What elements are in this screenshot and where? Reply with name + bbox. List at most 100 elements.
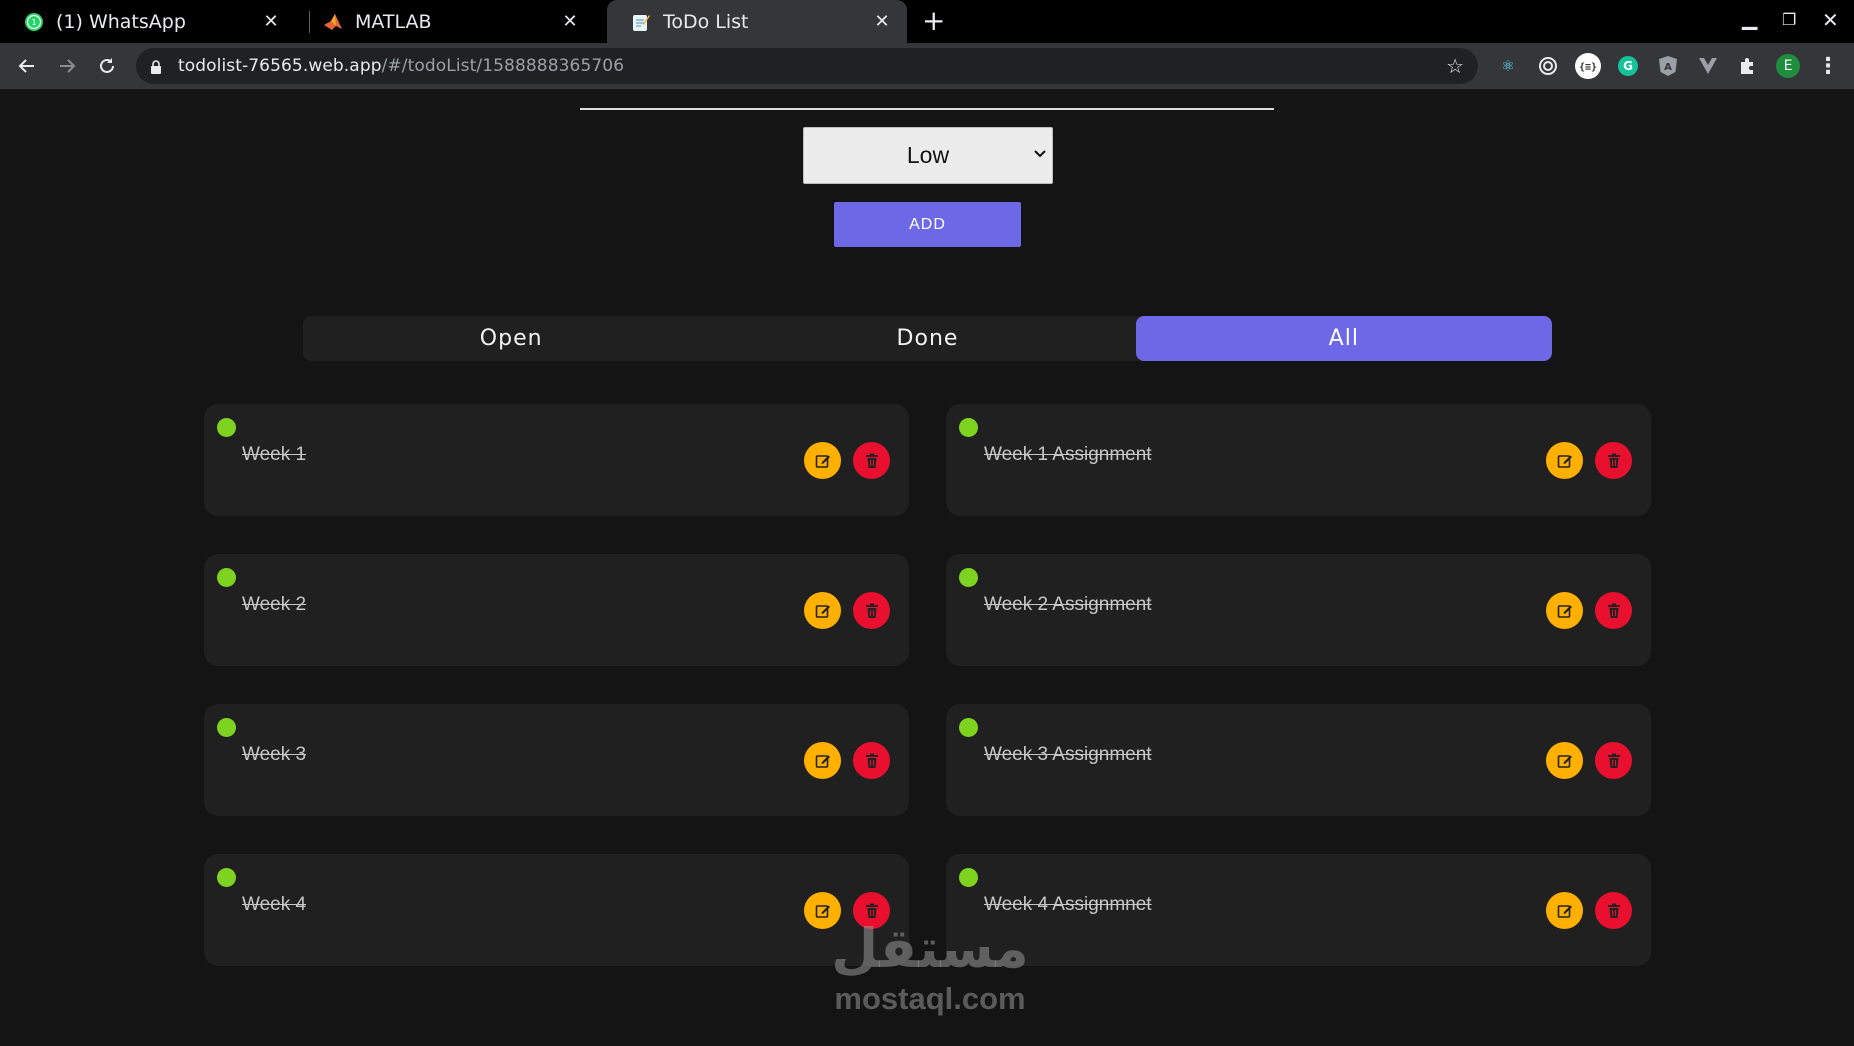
todo-app: Low ADD Open Done All Week 1 Week 1 Assi… (0, 89, 1854, 1046)
edit-button[interactable] (1546, 442, 1583, 479)
bookmark-star-icon[interactable]: ☆ (1446, 54, 1464, 78)
back-icon[interactable] (12, 51, 42, 81)
edit-button[interactable] (804, 742, 841, 779)
svg-text:1: 1 (31, 18, 36, 27)
tab-todo-list[interactable]: ToDo List ✕ (607, 0, 907, 43)
trash-icon (1607, 903, 1620, 918)
delete-button[interactable] (853, 742, 890, 779)
watermark: مستقل mostaql.com (800, 919, 1060, 1017)
trash-icon (865, 603, 878, 618)
close-window-icon[interactable]: ✕ (1822, 8, 1839, 32)
url-text: todolist-76565.web.app/#/todoList/158888… (178, 56, 624, 76)
new-tab-icon[interactable]: + (922, 6, 945, 36)
task-card: Week 3 Assignment (946, 704, 1651, 816)
task-title: Week 3 Assignment (984, 744, 1152, 765)
delete-button[interactable] (1595, 742, 1632, 779)
forward-icon[interactable] (52, 51, 82, 81)
edit-icon (815, 454, 830, 468)
edit-icon (815, 604, 830, 618)
lock-icon (150, 59, 162, 74)
trash-icon (865, 753, 878, 768)
tab-title: (1) WhatsApp (56, 10, 186, 33)
task-card: Week 1 Assignment (946, 404, 1651, 516)
browser-menu-icon[interactable]: ⋮ (1814, 52, 1842, 80)
task-title: Week 4 (242, 894, 307, 915)
task-title: Week 1 Assignment (984, 444, 1152, 465)
tab-title: MATLAB (355, 10, 432, 33)
status-dot (959, 718, 978, 737)
delete-button[interactable] (1595, 592, 1632, 629)
browser-toolbar: todolist-76565.web.app/#/todoList/158888… (0, 43, 1854, 89)
grammarly-icon[interactable]: G (1614, 52, 1642, 80)
svg-text:A: A (1664, 62, 1672, 73)
chevron-down-icon (1034, 146, 1046, 164)
watermark-latin: mostaql.com (834, 981, 1026, 1016)
edit-button[interactable] (1546, 742, 1583, 779)
profile-avatar[interactable]: E (1774, 52, 1802, 80)
status-dot (217, 868, 236, 887)
trash-icon (1607, 753, 1620, 768)
edit-icon (1557, 904, 1572, 918)
filter-tabs: Open Done All (303, 316, 1552, 361)
url-host: todolist-76565.web.app (178, 56, 382, 76)
profile-initial: E (1783, 58, 1793, 74)
restore-icon[interactable]: ❐ (1782, 10, 1796, 29)
edit-button[interactable] (1546, 592, 1583, 629)
svg-text:{≡}: {≡} (1579, 62, 1597, 73)
browser-tab-strip: 1 (1) WhatsApp ✕ MATLAB ✕ ToDo List ✕ + … (0, 0, 1854, 43)
delete-button[interactable] (853, 592, 890, 629)
task-title: Week 2 Assignment (984, 594, 1152, 615)
vue-devtools-icon[interactable] (1694, 52, 1722, 80)
delete-button[interactable] (1595, 892, 1632, 929)
task-title: Week 1 (242, 444, 307, 465)
task-card: Week 1 (204, 404, 909, 516)
address-bar[interactable]: todolist-76565.web.app/#/todoList/158888… (136, 48, 1478, 84)
reload-icon[interactable] (92, 51, 122, 81)
task-card: Week 2 (204, 554, 909, 666)
task-title: Week 2 (242, 594, 307, 615)
task-card: Week 2 Assignment (946, 554, 1651, 666)
angular-devtools-icon[interactable]: A (1654, 52, 1682, 80)
tab-title: ToDo List (663, 10, 749, 33)
task-title: Week 3 (242, 744, 307, 765)
url-path: /#/todoList/1588888365706 (381, 56, 625, 76)
edit-icon (815, 754, 830, 768)
tab-whatsapp[interactable]: 1 (1) WhatsApp ✕ (0, 0, 296, 43)
tab-matlab[interactable]: MATLAB ✕ (299, 0, 595, 43)
task-grid: Week 1 Week 1 Assignment Week 2 Week 2 A… (204, 404, 1651, 966)
delete-button[interactable] (1595, 442, 1632, 479)
edit-icon (815, 904, 830, 918)
tab-done[interactable]: Done (719, 316, 1135, 361)
target-extension-icon[interactable] (1534, 52, 1562, 80)
close-icon[interactable]: ✕ (561, 11, 579, 32)
priority-select[interactable]: Low (803, 127, 1053, 184)
matlab-icon (323, 12, 343, 32)
task-title: Week 4 Assignmnet (984, 894, 1152, 915)
task-card: Week 3 (204, 704, 909, 816)
trash-icon (865, 453, 878, 468)
status-dot (217, 568, 236, 587)
edit-button[interactable] (804, 442, 841, 479)
delete-button[interactable] (853, 442, 890, 479)
close-icon[interactable]: ✕ (873, 11, 891, 32)
priority-selected-value: Low (906, 142, 950, 168)
edit-icon (1557, 604, 1572, 618)
extensions-puzzle-icon[interactable] (1734, 52, 1762, 80)
react-devtools-icon[interactable]: ⚛ (1494, 52, 1522, 80)
edit-icon (1557, 454, 1572, 468)
minimize-icon[interactable]: ▁ (1742, 6, 1757, 30)
edit-button[interactable] (804, 592, 841, 629)
status-dot (959, 418, 978, 437)
status-dot (217, 718, 236, 737)
status-dot (959, 868, 978, 887)
notepad-icon (631, 12, 651, 32)
tab-open[interactable]: Open (303, 316, 719, 361)
edit-button[interactable] (1546, 892, 1583, 929)
task-input-underline[interactable] (580, 108, 1274, 110)
add-button[interactable]: ADD (834, 202, 1021, 247)
trash-icon (1607, 603, 1620, 618)
tab-all[interactable]: All (1135, 316, 1552, 361)
json-extension-icon[interactable]: {≡} (1574, 52, 1602, 80)
close-icon[interactable]: ✕ (262, 11, 280, 32)
watermark-arabic: مستقل (831, 917, 1029, 980)
